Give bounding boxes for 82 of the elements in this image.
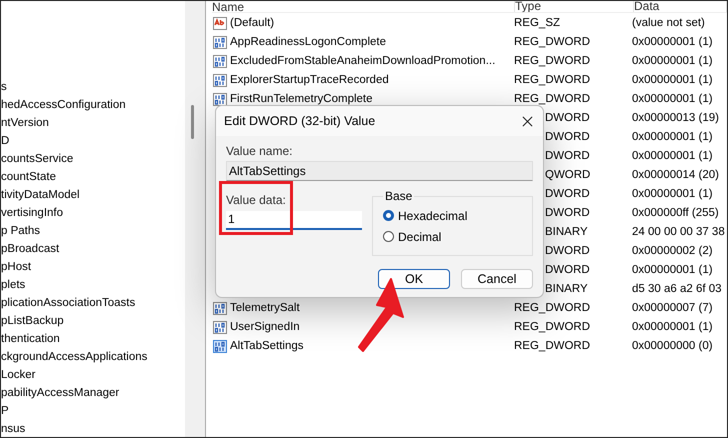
radio-option[interactable]: Hexadecimal <box>383 205 522 226</box>
value-type: DWORD <box>545 244 590 256</box>
tree-item[interactable]: pBroadcast <box>1 240 185 258</box>
tree-item[interactable]: p Paths <box>1 222 185 240</box>
radio-option[interactable]: Decimal <box>383 226 522 247</box>
value-name[interactable]: ExcludedFromStableAnaheimDownloadPromotion... <box>230 54 496 66</box>
column-header[interactable]: Data <box>634 1 727 12</box>
value-type: BINARY <box>545 226 588 238</box>
dialog-button[interactable]: OK <box>378 269 450 289</box>
value-data: 0x00000013 (19) <box>632 112 719 124</box>
value-data: (value not set) <box>632 16 705 28</box>
tree-item[interactable]: ntVersion <box>1 114 185 132</box>
value-data: 24 00 00 00 37 38 <box>632 226 725 238</box>
field-label: Value data: <box>226 193 287 207</box>
value-type: BINARY <box>545 282 588 294</box>
dialog-button[interactable]: Cancel <box>461 269 533 289</box>
radio-label: Hexadecimal <box>398 208 468 222</box>
value-data: 0x00000001 (1) <box>632 264 713 276</box>
radio-label: Decimal <box>398 230 442 244</box>
value-data: 0x00000007 (7) <box>632 302 713 314</box>
value-name-field[interactable]: AltTabSettings <box>226 161 533 181</box>
value-type: DWORD <box>545 130 590 142</box>
tree-item[interactable]: nsus <box>1 420 185 437</box>
tree-item[interactable]: pListBackup <box>1 312 185 330</box>
tree-item[interactable]: P <box>1 402 185 420</box>
value-data: 0x00000001 (1) <box>632 320 713 332</box>
radio-button[interactable] <box>383 210 394 221</box>
value-type: REG_DWORD <box>514 340 590 352</box>
scrollbar-thumb[interactable] <box>191 105 194 139</box>
value-type: DWORD <box>545 188 590 200</box>
tree-item[interactable]: hedAccessConfiguration <box>1 96 185 114</box>
value-data: 0x00000001 (1) <box>632 74 713 86</box>
tree-item[interactable]: s <box>1 78 185 96</box>
value-name[interactable]: AppReadinessLogonComplete <box>230 36 386 48</box>
tree-item[interactable]: vertisingInfo <box>1 204 185 222</box>
value-data: 0x00000001 (1) <box>632 92 713 104</box>
value-type: QWORD <box>545 168 590 180</box>
tree-item[interactable]: countState <box>1 168 185 186</box>
value-data: 0x00000001 (1) <box>632 36 713 48</box>
radio-button[interactable] <box>383 231 394 242</box>
value-type: REG_DWORD <box>514 54 590 66</box>
value-data-field[interactable]: 1 <box>226 211 362 230</box>
value-type: DWORD <box>545 206 590 218</box>
tree-item[interactable]: pHost <box>1 258 185 276</box>
field-label: Value name: <box>226 144 294 158</box>
tree-item[interactable]: countsService <box>1 150 185 168</box>
tree-item[interactable]: tivityDataModel <box>1 186 185 204</box>
close-icon[interactable] <box>522 116 533 126</box>
value-type: DWORD <box>545 264 590 276</box>
value-type: REG_DWORD <box>514 302 590 314</box>
value-type: REG_SZ <box>514 16 560 28</box>
tree-item[interactable]: plicationAssociationToasts <box>1 294 185 312</box>
value-type: REG_DWORD <box>514 92 590 104</box>
value-data: 0x00000001 (1) <box>632 130 713 142</box>
value-type: REG_DWORD <box>514 74 590 86</box>
value-data: 0x00000001 (1) <box>632 150 713 162</box>
value-name[interactable]: FirstRunTelemetryComplete <box>230 92 373 104</box>
value-data: 0x00000001 (1) <box>632 188 713 200</box>
value-name[interactable]: UserSignedIn <box>230 320 300 332</box>
tree-item[interactable]: pabilityAccessManager <box>1 384 185 402</box>
value-type: REG_DWORD <box>514 320 590 332</box>
tree-item[interactable]: thentication <box>1 330 185 348</box>
value-type: DWORD <box>545 112 590 124</box>
value-type: REG_DWORD <box>514 36 590 48</box>
value-data: 0x00000000 (0) <box>632 340 713 352</box>
value-data: d5 30 a6 a2 6f 03 <box>632 282 722 294</box>
tree-item[interactable]: Locker <box>1 366 185 384</box>
value-name[interactable]: (Default) <box>230 16 274 28</box>
dialog-title: Edit DWORD (32-bit) Value <box>224 114 376 128</box>
tree-item[interactable]: plets <box>1 276 185 294</box>
value-name[interactable]: AltTabSettings <box>230 340 304 352</box>
tree-item[interactable]: ckgroundAccessApplications <box>1 348 185 366</box>
value-data: 0x00000014 (20) <box>632 168 719 180</box>
tree-item[interactable]: D <box>1 132 185 150</box>
value-name[interactable]: TelemetrySalt <box>230 302 300 314</box>
value-data: 0x000000ff (255) <box>632 206 719 218</box>
group-label: Base <box>384 189 414 203</box>
value-data: 0x00000002 (2) <box>632 244 713 256</box>
value-type: DWORD <box>545 150 590 162</box>
column-header[interactable]: Name <box>212 1 515 12</box>
value-data: 0x00000001 (1) <box>632 54 713 66</box>
value-name[interactable]: ExplorerStartupTraceRecorded <box>230 74 389 86</box>
